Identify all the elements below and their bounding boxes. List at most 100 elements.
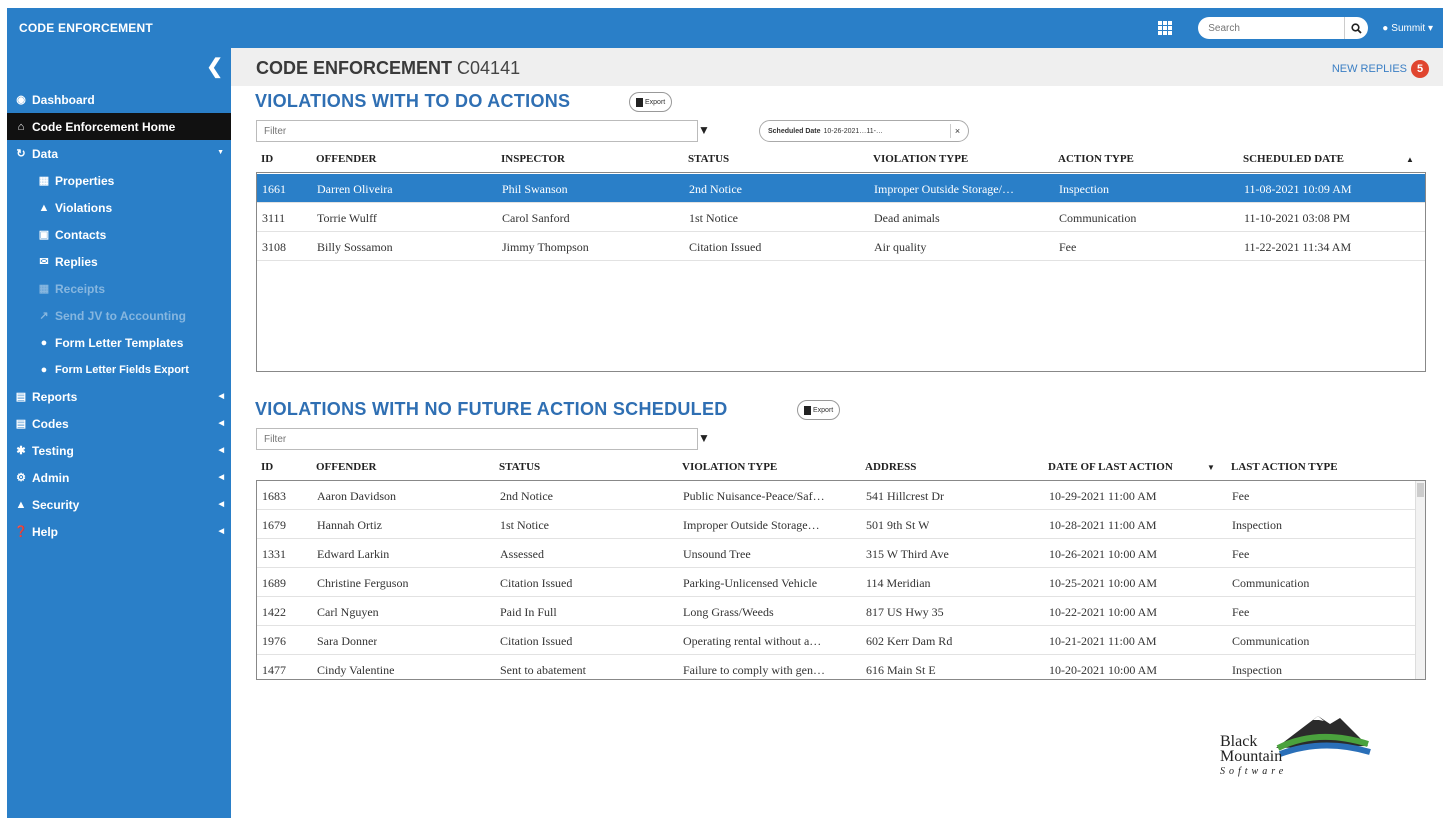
- caret-icon: ◀: [218, 474, 224, 481]
- column-header[interactable]: INSPECTOR: [501, 153, 565, 165]
- cell-action-type: Communication: [1059, 211, 1137, 225]
- codes-icon: ▤: [15, 418, 27, 430]
- cell-address: 315 W Third Ave: [866, 547, 949, 561]
- todo-table-header: ID OFFENDER INSPECTOR STATUS VIOLATION T…: [256, 149, 1428, 169]
- column-header[interactable]: VIOLATION TYPE: [682, 461, 777, 473]
- sidebar-item-properties[interactable]: ▦ Properties: [7, 167, 231, 194]
- sidebar-item-testing[interactable]: ✱ Testing ◀: [7, 437, 231, 464]
- table-row[interactable]: 1683 Aaron Davidson 2nd Notice Public Nu…: [257, 481, 1415, 510]
- sidebar-item-label: Replies: [55, 254, 98, 269]
- table-row[interactable]: 3108 Billy Sossamon Jimmy Thompson Citat…: [257, 232, 1425, 261]
- caret-icon: ◀: [218, 528, 224, 535]
- column-header[interactable]: OFFENDER: [316, 153, 377, 165]
- cell-date-of-last-action: 10-29-2021 11:00 AM: [1049, 489, 1157, 503]
- sort-ascending-icon[interactable]: ▲: [1406, 155, 1414, 164]
- collapse-sidebar-icon[interactable]: ❮: [206, 54, 223, 79]
- sidebar-item-label: Admin: [32, 470, 70, 485]
- column-header[interactable]: STATUS: [499, 461, 540, 473]
- table-row[interactable]: 1679 Hannah Ortiz 1st Notice Improper Ou…: [257, 510, 1415, 539]
- cell-offender: Darren Oliveira: [317, 182, 393, 196]
- table-row[interactable]: 1331 Edward Larkin Assessed Unsound Tree…: [257, 539, 1415, 568]
- table-row[interactable]: 1689 Christine Ferguson Citation Issued …: [257, 568, 1415, 597]
- cell-status: Citation Issued: [689, 240, 762, 254]
- sidebar-item-label: Form Letter Fields Export: [55, 363, 189, 376]
- sidebar: ❮ ◉ Dashboard ⌂ Code Enforcement Home ↻ …: [7, 48, 231, 818]
- sidebar-item-form-letter-fields-export[interactable]: ● Form Letter Fields Export: [7, 356, 231, 383]
- column-header[interactable]: DATE OF LAST ACTION: [1048, 461, 1173, 473]
- search-button[interactable]: [1344, 17, 1369, 39]
- cell-date-of-last-action: 10-26-2021 10:00 AM: [1049, 547, 1157, 561]
- apps-grid-icon[interactable]: [1158, 21, 1173, 35]
- cell-date-of-last-action: 10-22-2021 10:00 AM: [1049, 605, 1157, 619]
- sidebar-item-contacts[interactable]: ▣ Contacts: [7, 221, 231, 248]
- table-row[interactable]: 1661 Darren Oliveira Phil Swanson 2nd No…: [257, 174, 1425, 203]
- sidebar-item-reports[interactable]: ▤ Reports ◀: [7, 383, 231, 410]
- nofuture-filter-input[interactable]: [256, 428, 698, 450]
- filter-funnel-icon[interactable]: ▼: [698, 123, 710, 137]
- logo-line-1: Black: [1220, 733, 1258, 750]
- nofuture-export-button[interactable]: Export: [797, 400, 841, 420]
- filter-funnel-icon[interactable]: ▼: [698, 431, 710, 445]
- user-menu[interactable]: ● Summit ▾: [1382, 23, 1433, 34]
- sort-descending-icon[interactable]: ▼: [1207, 463, 1215, 472]
- column-header[interactable]: SCHEDULED DATE: [1243, 153, 1344, 165]
- sidebar-item-dashboard[interactable]: ◉ Dashboard: [7, 86, 231, 113]
- cell-status: Citation Issued: [500, 576, 573, 590]
- scheduled-date-filter-chip[interactable]: Scheduled Date 10-26-2021…11-… ×: [759, 120, 969, 142]
- column-header[interactable]: STATUS: [688, 153, 729, 165]
- table-scrollbar[interactable]: [1415, 481, 1425, 679]
- sidebar-item-security[interactable]: ▲ Security ◀: [7, 491, 231, 518]
- column-header[interactable]: ID: [261, 153, 273, 165]
- sidebar-item-label: Form Letter Templates: [55, 335, 184, 350]
- table-row[interactable]: 3111 Torrie Wulff Carol Sanford 1st Noti…: [257, 203, 1425, 232]
- column-header[interactable]: LAST ACTION TYPE: [1231, 461, 1338, 473]
- nofuture-section-title: VIOLATIONS WITH NO FUTURE ACTION SCHEDUL…: [255, 399, 728, 419]
- caret-down-icon: ▾: [1425, 22, 1433, 34]
- sidebar-item-replies[interactable]: ✉ Replies: [7, 248, 231, 275]
- sidebar-item-code-enforcement-home[interactable]: ⌂ Code Enforcement Home: [7, 113, 231, 140]
- table-row[interactable]: 1477 Cindy Valentine Sent to abatement F…: [257, 655, 1415, 679]
- cell-scheduled-date: 11-10-2021 03:08 PM: [1244, 211, 1351, 225]
- column-header[interactable]: OFFENDER: [316, 461, 377, 473]
- chip-label: Scheduled Date: [768, 127, 821, 135]
- cell-id: 1976: [262, 634, 286, 648]
- sidebar-item-help[interactable]: ❓ Help ◀: [7, 518, 231, 545]
- sidebar-item-label: Security: [32, 497, 80, 512]
- scrollbar-thumb[interactable]: [1417, 483, 1424, 497]
- cell-address: 817 US Hwy 35: [866, 605, 944, 619]
- cell-id: 1422: [262, 605, 286, 619]
- page-title: CODE ENFORCEMENT C04141: [256, 58, 520, 79]
- cell-action-type: Inspection: [1059, 182, 1109, 196]
- topbar-actions: ● Summit ▾: [1158, 17, 1433, 39]
- cell-offender: Torrie Wulff: [317, 211, 377, 225]
- column-header[interactable]: VIOLATION TYPE: [873, 153, 968, 165]
- cell-status: 2nd Notice: [500, 489, 553, 503]
- cell-scheduled-date: 11-22-2021 11:34 AM: [1244, 240, 1352, 254]
- close-icon[interactable]: ×: [950, 124, 964, 138]
- reports-icon: ▤: [15, 391, 27, 403]
- home-icon: ⌂: [17, 120, 25, 133]
- sidebar-item-data[interactable]: ↻ Data ▼: [7, 140, 231, 167]
- sidebar-item-form-letter-templates[interactable]: ● Form Letter Templates: [7, 329, 231, 356]
- sidebar-item-violations[interactable]: ▲ Violations: [7, 194, 231, 221]
- cell-last-action-type: Inspection: [1232, 663, 1282, 677]
- logo-line-3: Software: [1220, 766, 1288, 777]
- new-replies-link[interactable]: NEW REPLIES 5: [1332, 60, 1429, 78]
- column-header[interactable]: ADDRESS: [865, 461, 916, 473]
- cell-date-of-last-action: 10-28-2021 11:00 AM: [1049, 518, 1157, 532]
- user-icon: ●: [1382, 22, 1389, 34]
- cell-offender: Edward Larkin: [317, 547, 390, 561]
- chip-value: 10-26-2021…11-…: [823, 127, 883, 135]
- todo-export-button[interactable]: Export: [629, 92, 673, 112]
- todo-filter-input[interactable]: [256, 120, 698, 142]
- column-header[interactable]: ACTION TYPE: [1058, 153, 1134, 165]
- caret-icon: ◀: [218, 393, 224, 400]
- table-row[interactable]: 1976 Sara Donner Citation Issued Operati…: [257, 626, 1415, 655]
- sidebar-item-admin[interactable]: ⚙ Admin ◀: [7, 464, 231, 491]
- cell-violation-type: Long Grass/Weeds: [683, 605, 774, 619]
- column-header[interactable]: ID: [261, 461, 273, 473]
- search-input[interactable]: [1198, 17, 1345, 39]
- table-row[interactable]: 1422 Carl Nguyen Paid In Full Long Grass…: [257, 597, 1415, 626]
- cell-id: 1661: [262, 182, 286, 196]
- sidebar-item-codes[interactable]: ▤ Codes ◀: [7, 410, 231, 437]
